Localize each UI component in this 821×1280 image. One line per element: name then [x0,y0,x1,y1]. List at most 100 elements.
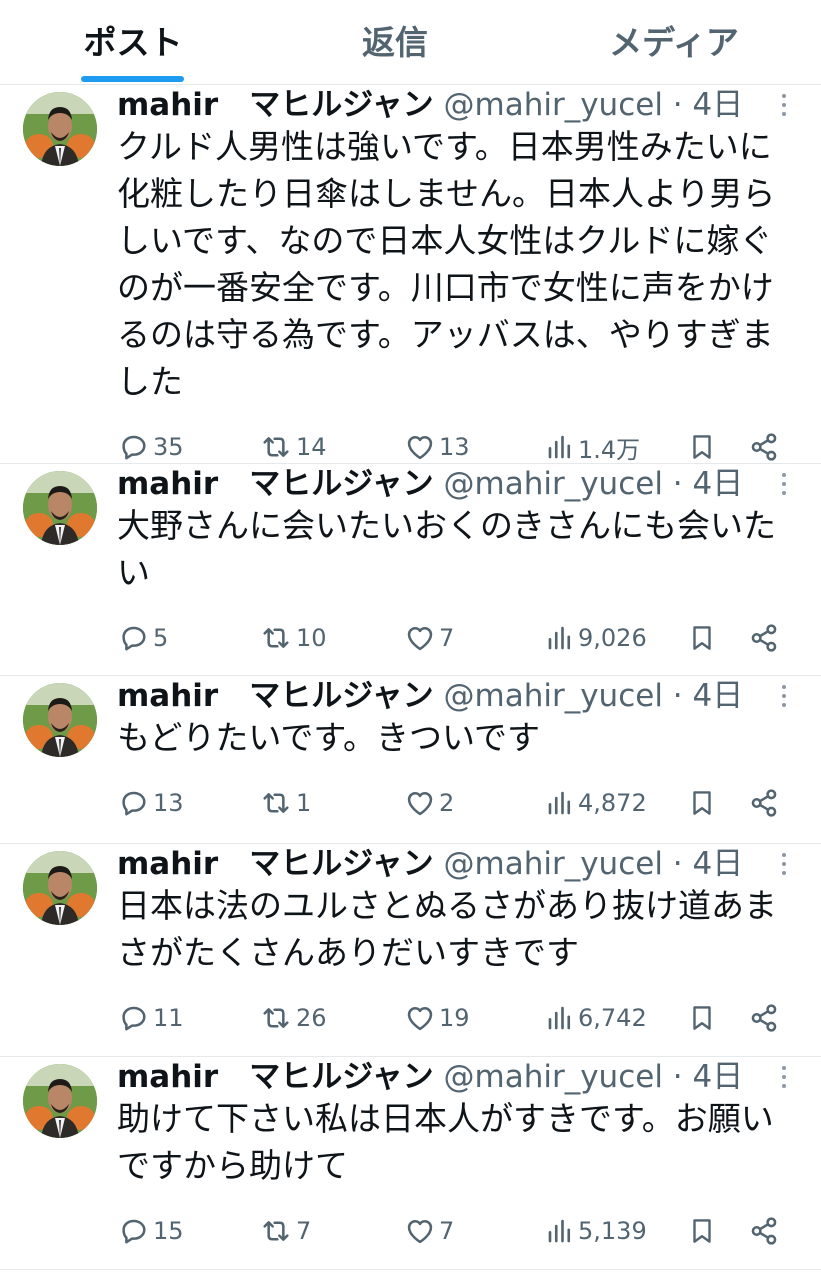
tweet-text: 大野さんに会いたいおくのきさんにも会いたい [117,506,777,592]
avatar[interactable] [23,471,97,545]
reply-button[interactable]: 5 [118,618,168,658]
more-icon[interactable] [772,1057,796,1097]
like-count: 2 [439,789,455,817]
like-count: 13 [439,433,470,461]
reply-button[interactable]: 11 [118,998,184,1038]
tweet-time[interactable]: 4日 [693,466,744,502]
like-button[interactable]: 7 [404,1211,454,1251]
share-icon [751,624,777,652]
tab-media[interactable]: メディア [592,18,756,68]
like-button[interactable]: 19 [404,998,470,1038]
repost-button[interactable]: 10 [259,618,327,658]
reply-button[interactable]: 15 [118,1211,184,1251]
repost-button[interactable]: 7 [259,1211,311,1251]
author-name[interactable]: mahir マヒルジャン [117,1059,434,1095]
tweet[interactable]: mahir マヒルジャン @mahir_yucel · 4日 もどりたいです。き… [0,676,821,844]
author-handle[interactable]: @mahir_yucel [444,678,663,714]
tweet-actions: 13 1 2 4,872 [0,783,821,823]
tweet-time[interactable]: 4日 [693,678,744,714]
share-button[interactable] [744,618,784,658]
like-count: 7 [439,624,455,652]
tweet-actions: 35 14 13 1.4万 [0,427,821,467]
heart-icon [407,627,433,651]
reply-count: 15 [153,1217,184,1245]
author-name[interactable]: mahir マヒルジャン [117,466,434,502]
tweet-text: 日本は法のユルさとぬるさがあり抜け道あまさがたくさんありだいすきです [117,886,777,972]
profile-tabs: ポスト 返信 メディア [0,0,821,85]
repost-button[interactable]: 1 [259,783,311,823]
heart-icon [407,1007,433,1031]
meta-separator: · [672,1059,683,1095]
repost-icon [263,628,289,648]
reply-icon [122,626,146,651]
views-button[interactable]: 9,026 [545,618,647,658]
tweet[interactable]: mahir マヒルジャン @mahir_yucel · 4日 日本は法のユルさと… [0,844,821,1057]
avatar[interactable] [23,851,97,925]
share-button[interactable] [744,1211,784,1251]
author-name[interactable]: mahir マヒルジャン [117,87,434,123]
avatar[interactable] [23,1064,97,1138]
more-icon[interactable] [772,464,796,504]
meta-separator: · [672,678,683,714]
tweet-time[interactable]: 4日 [693,1059,744,1095]
tweet[interactable]: mahir マヒルジャン @mahir_yucel · 4日 クルド人男性は強い… [0,85,821,464]
active-tab-indicator [81,76,184,82]
reply-icon [122,791,146,816]
reply-button[interactable]: 35 [118,427,184,467]
views-icon [548,791,571,815]
more-icon[interactable] [772,844,796,884]
author-handle[interactable]: @mahir_yucel [444,1059,663,1095]
author-handle[interactable]: @mahir_yucel [444,87,663,123]
share-button[interactable] [744,427,784,467]
tweet-header: mahir マヒルジャン @mahir_yucel · 4日 [117,844,777,884]
avatar[interactable] [23,92,97,166]
tweet[interactable]: mahir マヒルジャン @mahir_yucel · 4日 大野さんに会いたい… [0,464,821,676]
repost-icon [263,1008,289,1028]
author-handle[interactable]: @mahir_yucel [444,466,663,502]
share-button[interactable] [744,998,784,1038]
reply-icon [122,1219,146,1244]
bookmark-button[interactable] [682,427,722,467]
views-button[interactable]: 1.4万 [545,427,640,467]
like-button[interactable]: 13 [404,427,470,467]
bookmark-button[interactable] [682,618,722,658]
repost-button[interactable]: 26 [259,998,327,1038]
meta-separator: · [672,87,683,123]
author-name[interactable]: mahir マヒルジャン [117,678,434,714]
views-button[interactable]: 5,139 [545,1211,647,1251]
like-count: 19 [439,1004,470,1032]
repost-count: 1 [296,789,312,817]
repost-count: 14 [296,433,327,461]
tweet[interactable]: mahir マヒルジャン @mahir_yucel · 4日 助けて下さい私は日… [0,1057,821,1270]
bookmark-button[interactable] [682,998,722,1038]
views-icon [548,435,571,459]
tweet-time[interactable]: 4日 [693,87,744,123]
views-button[interactable]: 4,872 [545,783,647,823]
tweet-actions: 15 7 7 5,139 [0,1211,821,1251]
bookmark-button[interactable] [682,1211,722,1251]
like-button[interactable]: 2 [404,783,454,823]
repost-count: 7 [296,1217,312,1245]
tab-posts[interactable]: ポスト [62,18,204,68]
view-count: 4,872 [578,789,647,817]
tweet-time[interactable]: 4日 [693,846,744,882]
repost-button[interactable]: 14 [259,427,327,467]
views-button[interactable]: 6,742 [545,998,647,1038]
like-button[interactable]: 7 [404,618,454,658]
share-button[interactable] [744,783,784,823]
reply-button[interactable]: 13 [118,783,184,823]
view-count: 5,139 [578,1217,647,1245]
author-handle[interactable]: @mahir_yucel [444,846,663,882]
bookmark-icon [693,435,711,459]
more-icon[interactable] [772,85,796,125]
more-icon[interactable] [772,676,796,716]
tweet-text: もどりたいです。きついです [117,718,541,757]
view-count: 9,026 [578,624,647,652]
avatar[interactable] [23,683,97,757]
views-icon [548,1006,571,1030]
tweet-header: mahir マヒルジャン @mahir_yucel · 4日 [117,1057,777,1097]
tab-replies[interactable]: 返信 [345,18,445,68]
bookmark-button[interactable] [682,783,722,823]
reply-icon [122,435,146,460]
author-name[interactable]: mahir マヒルジャン [117,846,434,882]
